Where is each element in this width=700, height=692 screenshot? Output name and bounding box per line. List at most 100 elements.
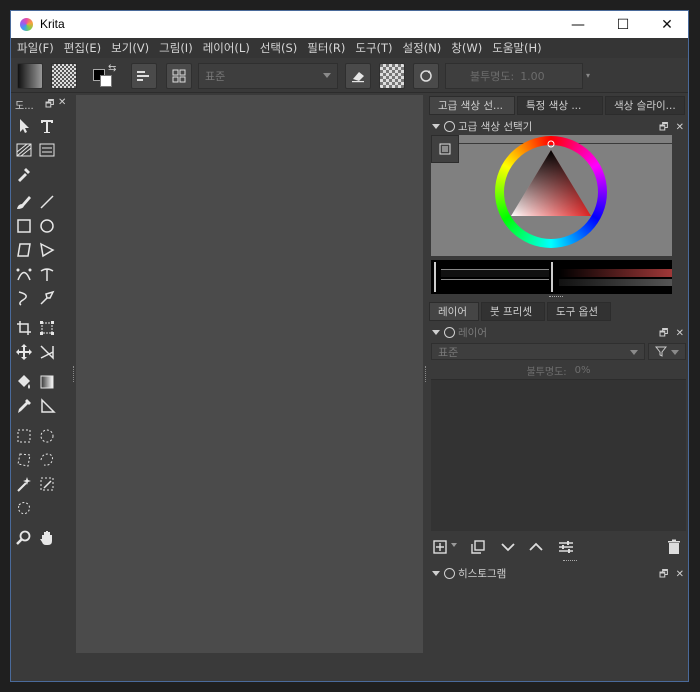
- menu-select[interactable]: 선택(S): [260, 40, 297, 56]
- color-selector[interactable]: [431, 136, 672, 256]
- float-button[interactable]: 🗗: [659, 122, 668, 133]
- maximize-button[interactable]: ☐: [601, 11, 645, 38]
- menu-file[interactable]: 파일(F): [17, 40, 54, 56]
- menu-settings[interactable]: 설정(N): [403, 40, 442, 56]
- polyline-tool-icon[interactable]: [37, 240, 57, 260]
- duplicate-layer-icon[interactable]: [469, 538, 487, 556]
- move-layer-down-icon[interactable]: [499, 538, 517, 556]
- minimize-button[interactable]: —: [556, 11, 600, 38]
- reload-preset-icon[interactable]: [413, 63, 439, 89]
- pan-tool-icon[interactable]: [37, 528, 57, 548]
- tab-color-sliders[interactable]: 색상 슬라이...: [605, 96, 685, 115]
- close-docker-button[interactable]: ✕: [676, 122, 684, 133]
- rectangle-tool-icon[interactable]: [14, 216, 34, 236]
- menu-edit[interactable]: 편집(E): [64, 40, 101, 56]
- freehand-brush-tool-icon[interactable]: [14, 192, 34, 212]
- close-docker-button[interactable]: ✕: [676, 569, 684, 580]
- freehand-selection-tool-icon[interactable]: [37, 450, 57, 470]
- line-tool-icon[interactable]: [37, 192, 57, 212]
- tab-brush-presets[interactable]: 붓 프리셋: [481, 302, 545, 321]
- chevron-down-icon: [630, 350, 638, 355]
- zoom-tool-icon[interactable]: [14, 528, 34, 548]
- brush-presets-icon[interactable]: [166, 63, 192, 89]
- lock-circle-icon[interactable]: [444, 326, 455, 338]
- gradient-tool-icon[interactable]: [37, 372, 57, 392]
- eyedropper-brush-tool-icon[interactable]: [14, 164, 34, 184]
- perspective-grid-tool-icon[interactable]: [37, 342, 57, 362]
- color-selector-settings-button[interactable]: [431, 135, 459, 163]
- saturation-value-triangle[interactable]: [495, 136, 607, 248]
- tab-specific-color[interactable]: 특정 색상 ...: [517, 96, 603, 115]
- layer-list[interactable]: [431, 379, 686, 531]
- gradient-preset-icon[interactable]: [17, 63, 43, 89]
- float-button[interactable]: 🗗: [659, 328, 668, 339]
- float-button[interactable]: 🗗: [45, 97, 54, 114]
- vertical-splitter-handle[interactable]: [549, 296, 563, 299]
- text-tool-icon[interactable]: [37, 116, 57, 136]
- move-tool-icon[interactable]: [14, 342, 34, 362]
- preserve-alpha-icon[interactable]: [379, 63, 405, 89]
- close-docker-button[interactable]: ✕: [58, 97, 66, 108]
- menu-view[interactable]: 보기(V): [111, 40, 149, 56]
- canvas-area[interactable]: [76, 95, 423, 653]
- blend-mode-select[interactable]: 표준: [198, 63, 338, 89]
- layer-filter-button[interactable]: [648, 343, 686, 360]
- layer-properties-icon[interactable]: [557, 538, 575, 556]
- brush-editor-icon[interactable]: [131, 63, 157, 89]
- add-layer-icon[interactable]: [431, 538, 449, 556]
- fill-tool-icon[interactable]: [14, 372, 34, 392]
- menu-tools[interactable]: 도구(T): [355, 40, 392, 56]
- vertical-splitter-handle[interactable]: [563, 560, 577, 563]
- measure-tool-icon[interactable]: [37, 396, 57, 416]
- layers-panel-header: 레이어 🗗 ✕: [429, 324, 688, 340]
- opacity-slider[interactable]: 불투명도: 1.00: [445, 63, 583, 89]
- move-layer-up-icon[interactable]: [527, 538, 545, 556]
- bezier-curve-tool-icon[interactable]: [14, 264, 34, 284]
- menu-image[interactable]: 그림(I): [159, 40, 193, 56]
- lock-circle-icon[interactable]: [444, 120, 455, 132]
- eraser-mode-icon[interactable]: [345, 63, 371, 89]
- ellipse-tool-icon[interactable]: [37, 216, 57, 236]
- menu-filter[interactable]: 필터(R): [307, 40, 345, 56]
- polygonal-selection-tool-icon[interactable]: [14, 450, 34, 470]
- collapse-triangle-icon[interactable]: [432, 123, 440, 129]
- menu-help[interactable]: 도움말(H): [492, 40, 541, 56]
- layer-opacity-slider[interactable]: 불투명도: 0%: [431, 362, 686, 379]
- close-docker-button[interactable]: ✕: [676, 328, 684, 339]
- fg-bg-color-icon[interactable]: ⇆: [91, 63, 119, 89]
- calligraphy-tool-icon[interactable]: [37, 140, 57, 160]
- edit-shapes-tool-icon[interactable]: [14, 140, 34, 160]
- menu-layer[interactable]: 레이어(L): [203, 40, 250, 56]
- multibrush-tool-icon[interactable]: [37, 288, 57, 308]
- collapse-triangle-icon[interactable]: [432, 570, 440, 576]
- elliptical-selection-tool-icon[interactable]: [37, 426, 57, 446]
- tab-advanced-color-selector[interactable]: 고급 색상 선...: [429, 96, 515, 115]
- select-shapes-tool-icon[interactable]: [14, 116, 34, 136]
- delete-layer-icon[interactable]: [665, 538, 683, 556]
- dynamic-brush-tool-icon[interactable]: [14, 288, 34, 308]
- transform-tool-icon[interactable]: [37, 318, 57, 338]
- add-layer-menu-chevron-icon[interactable]: [451, 543, 457, 547]
- polygon-tool-icon[interactable]: [14, 240, 34, 260]
- menu-window[interactable]: 창(W): [451, 40, 482, 56]
- crop-tool-icon[interactable]: [14, 318, 34, 338]
- layer-blend-mode-select[interactable]: 표준: [431, 343, 645, 360]
- color-shades-bars[interactable]: [431, 260, 672, 294]
- hue-ring[interactable]: [495, 136, 607, 248]
- rectangular-selection-tool-icon[interactable]: [14, 426, 34, 446]
- lock-circle-icon[interactable]: [444, 567, 455, 579]
- tab-tool-options[interactable]: 도구 옵션: [547, 302, 611, 321]
- bezier-selection-tool-icon[interactable]: [14, 498, 34, 518]
- close-button[interactable]: ✕: [645, 11, 688, 38]
- similar-color-selection-tool-icon[interactable]: [37, 474, 57, 494]
- opacity-menu-chevron-icon[interactable]: ▾: [586, 63, 594, 89]
- magic-wand-selection-tool-icon[interactable]: [14, 474, 34, 494]
- left-splitter-handle[interactable]: [73, 366, 75, 382]
- right-splitter-handle[interactable]: [425, 366, 427, 382]
- tab-layers[interactable]: 레이어: [429, 302, 479, 321]
- freehand-path-tool-icon[interactable]: [37, 264, 57, 284]
- color-picker-tool-icon[interactable]: [14, 396, 34, 416]
- float-button[interactable]: 🗗: [659, 569, 668, 580]
- pattern-preset-icon[interactable]: [51, 63, 77, 89]
- collapse-triangle-icon[interactable]: [432, 329, 440, 335]
